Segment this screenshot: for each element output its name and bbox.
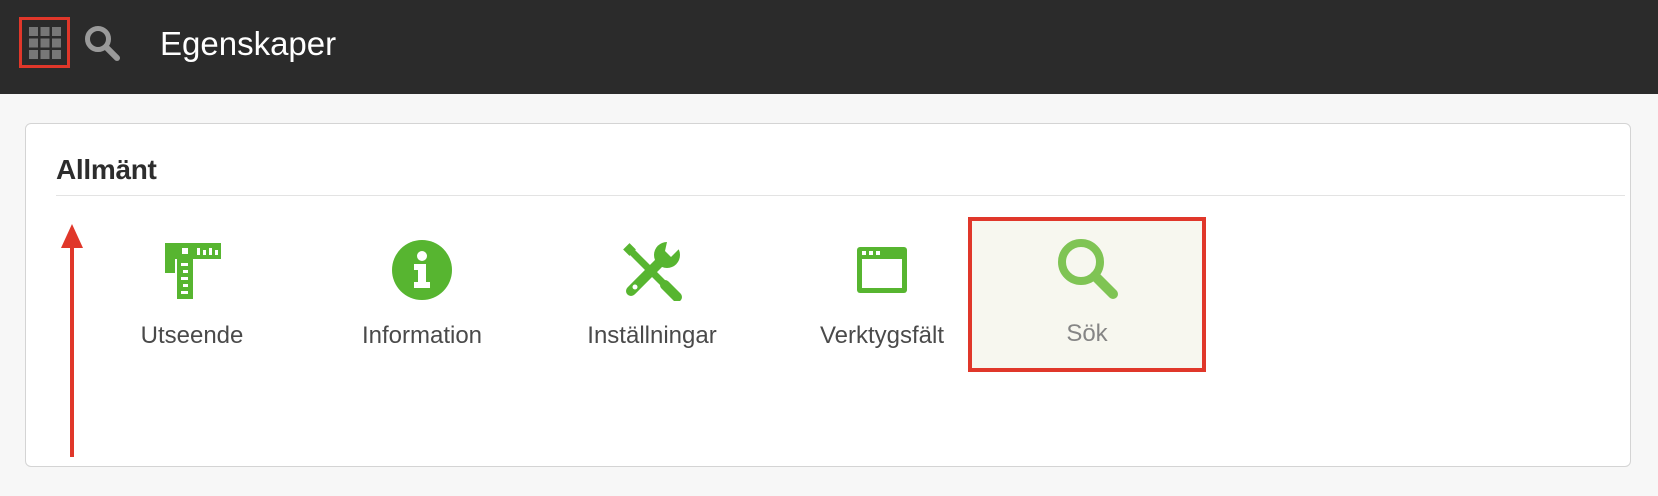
module-label: Information [361,322,483,349]
apps-grid-icon [28,26,61,59]
up-arrow-annotation [61,224,83,457]
section-divider [56,195,1625,196]
preferences-panel: Allmänt Utseende Information Inställning… [25,123,1631,467]
module-label: Sök [1066,320,1108,347]
module-information[interactable]: Information [312,219,532,365]
page-title: Egenskaper [160,25,337,62]
module-label: Verktygsfält [819,322,945,349]
top-bar: Egenskaper [0,0,1658,94]
tools-icon [623,242,682,301]
module-verktygsfalt[interactable]: Verktygsfält [772,219,992,365]
module-utseende[interactable]: Utseende [82,219,302,365]
section-title: Allmänt [56,154,157,185]
apps-grid-button[interactable] [19,17,70,68]
module-label: Utseende [140,322,244,349]
header-search-button[interactable] [83,24,121,62]
module-installningar[interactable]: Inställningar [542,219,762,365]
module-sok[interactable]: Sök [968,217,1206,372]
module-label: Inställningar [587,322,717,349]
ruler-layout-icon [165,243,221,299]
search-icon [1058,239,1118,299]
browser-window-icon [857,247,907,293]
info-circle-icon [392,240,452,300]
search-icon [85,26,120,61]
